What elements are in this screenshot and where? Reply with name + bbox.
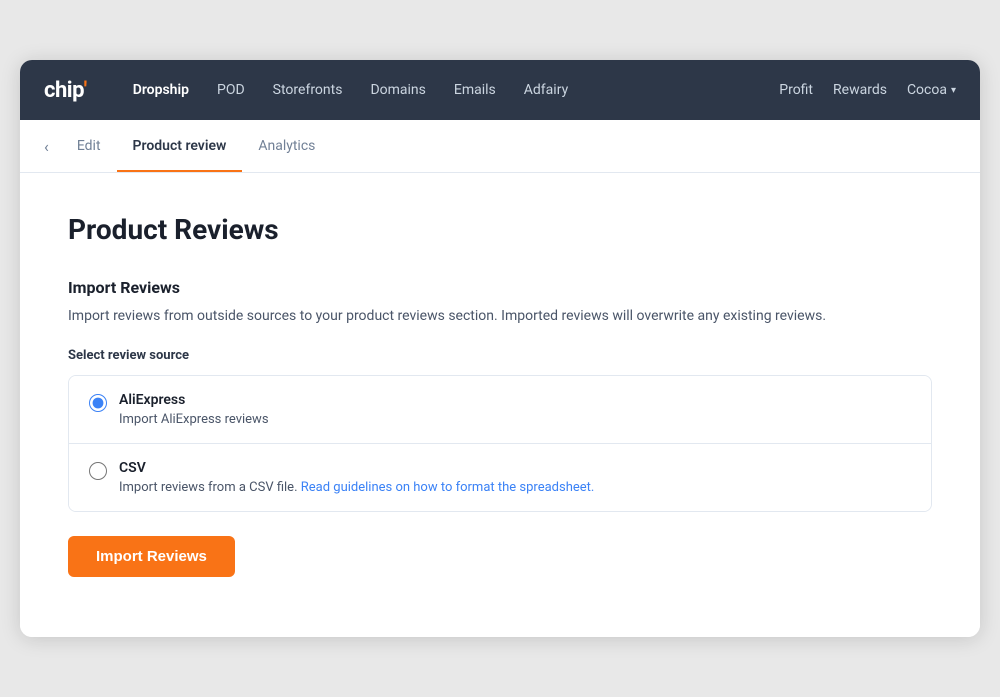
- csv-guidelines-link[interactable]: Read guidelines on how to format the spr…: [301, 480, 595, 495]
- import-reviews-title: Import Reviews: [68, 278, 932, 297]
- import-reviews-button[interactable]: Import Reviews: [68, 536, 235, 577]
- review-source-options: AliExpress Import AliExpress reviews CSV…: [68, 375, 932, 512]
- nav-profit[interactable]: Profit: [779, 82, 813, 98]
- aliexpress-label: AliExpress: [119, 392, 269, 408]
- main-content: Product Reviews Import Reviews Import re…: [20, 173, 980, 636]
- radio-aliexpress[interactable]: [89, 394, 107, 412]
- navbar-links: Dropship POD Storefronts Domains Emails …: [119, 60, 780, 120]
- radio-csv[interactable]: [89, 462, 107, 480]
- navbar-right: Profit Rewards Cocoa ▾: [779, 82, 956, 98]
- nav-adfairy[interactable]: Adfairy: [510, 60, 582, 120]
- nav-emails[interactable]: Emails: [440, 60, 510, 120]
- logo: chip': [44, 78, 87, 103]
- nav-rewards[interactable]: Rewards: [833, 82, 887, 98]
- chevron-down-icon: ▾: [951, 85, 956, 96]
- csv-desc: Import reviews from a CSV file. Read gui…: [119, 480, 594, 495]
- subnav: ‹ Edit Product review Analytics: [20, 120, 980, 173]
- nav-cocoa[interactable]: Cocoa ▾: [907, 82, 956, 98]
- navbar: chip' Dropship POD Storefronts Domains E…: [20, 60, 980, 120]
- option-csv: CSV Import reviews from a CSV file. Read…: [69, 444, 931, 511]
- nav-domains[interactable]: Domains: [356, 60, 439, 120]
- tab-analytics[interactable]: Analytics: [242, 120, 331, 172]
- option-aliexpress: AliExpress Import AliExpress reviews: [69, 376, 931, 444]
- app-window: chip' Dropship POD Storefronts Domains E…: [20, 60, 980, 636]
- import-reviews-desc: Import reviews from outside sources to y…: [68, 305, 932, 327]
- page-title: Product Reviews: [68, 213, 932, 246]
- source-label: Select review source: [68, 348, 932, 363]
- nav-pod[interactable]: POD: [203, 60, 259, 120]
- nav-dropship[interactable]: Dropship: [119, 60, 203, 120]
- tab-product-review[interactable]: Product review: [117, 120, 243, 172]
- aliexpress-desc: Import AliExpress reviews: [119, 412, 269, 427]
- nav-storefronts[interactable]: Storefronts: [259, 60, 357, 120]
- csv-label: CSV: [119, 460, 594, 476]
- tab-edit[interactable]: Edit: [61, 120, 117, 172]
- back-button[interactable]: ‹: [44, 121, 61, 172]
